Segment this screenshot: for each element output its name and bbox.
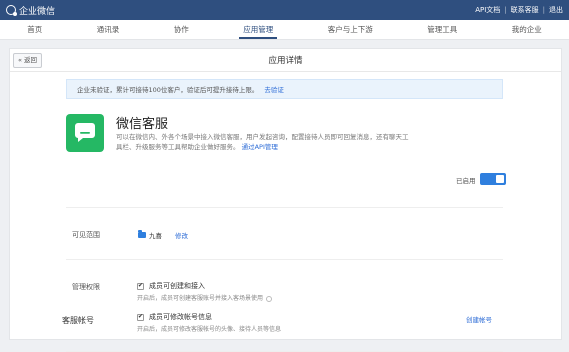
permission-edit-row[interactable]: ✔ 成员可修改帐号信息 (137, 312, 212, 322)
permission-create-checkbox[interactable]: ✔ (137, 282, 144, 290)
card-header: « 返回 应用详情 (10, 49, 561, 72)
back-button[interactable]: « 返回 (13, 53, 43, 68)
contact-support-link[interactable]: 联系客服 (511, 5, 539, 15)
admin-permission-label: 管理权限 (72, 283, 100, 291)
app-description: 可以在微信内、外各个场景中接入微信客服，用户发起咨询，配置接待人员即可回复消息，… (116, 132, 456, 152)
nav-home[interactable]: 首页 (23, 20, 46, 39)
permission-edit-desc: 开启后，成员可修改客服帐号的头像、接待人员等信息 (137, 326, 282, 333)
permission-create-title: 成员可创建和接入 (149, 282, 205, 290)
brand-name: 企业微信 (19, 6, 56, 17)
separator: | (504, 6, 507, 14)
top-links: API文档 | 联系客服 | 退出 (475, 5, 563, 15)
nav-my-company[interactable]: 我的企业 (508, 20, 546, 39)
api-management-link[interactable]: 通过API管理 (242, 143, 278, 151)
toggle-knob (496, 175, 504, 183)
nav-contacts[interactable]: 通讯录 (93, 20, 124, 39)
app-description-line: 可以在微信内、外各个场景中接入微信客服，用户发起咨询，配置接待人员即可回复消息，… (116, 133, 409, 141)
permission-create-desc: 开启后，成员可创建客服账号并接入客场景使用 (137, 293, 273, 302)
verify-link[interactable]: 去验证 (264, 86, 284, 94)
nav-customers[interactable]: 客户与上下游 (324, 20, 377, 39)
top-bar: 企业微信 API文档 | 联系客服 | 退出 (0, 0, 569, 20)
app-name: 微信客服 (116, 117, 169, 132)
scope-edit-link[interactable]: 修改 (175, 230, 188, 240)
divider (66, 207, 503, 208)
chat-bubble-icon (75, 123, 95, 142)
enabled-status-label: 已启用 (456, 177, 476, 185)
page-title: 应用详情 (268, 56, 303, 66)
main-nav: 首页 通讯录 协作 应用管理 客户与上下游 管理工具 我的企业 (0, 20, 569, 40)
logout-link[interactable]: 退出 (549, 5, 563, 15)
visible-scope-label: 可见范围 (72, 231, 100, 239)
wechat-service-app-icon (66, 114, 104, 152)
app-detail-card: « 返回 应用详情 企业未验证，累计可接待100位客户，验证后可提升接待上限。去… (9, 48, 562, 352)
permission-edit-title: 成员可修改帐号信息 (149, 313, 212, 321)
divider (66, 259, 503, 260)
app-description-line: 具栏、升级服务等工具帮助企业做好服务。 通过API管理 (116, 143, 278, 151)
create-account-link[interactable]: 创建帐号 (466, 314, 492, 324)
permission-create-row[interactable]: ✔ 成员可创建和接入 (137, 281, 205, 291)
nav-admin-tools[interactable]: 管理工具 (423, 20, 461, 39)
brand[interactable]: 企业微信 (6, 4, 55, 17)
folder-icon (138, 230, 146, 238)
visible-scope-value: 九喜 (138, 230, 162, 240)
verification-notice: 企业未验证，累计可接待100位客户，验证后可提升接待上限。 去验证 (66, 79, 503, 99)
permission-edit-checkbox[interactable]: ✔ (137, 313, 144, 321)
scope-department: 九喜 (149, 232, 162, 240)
nav-app-management[interactable]: 应用管理 (239, 20, 278, 39)
enable-toggle[interactable] (480, 173, 506, 185)
service-accounts-title: 客服帐号 (62, 316, 94, 325)
notice-text: 企业未验证，累计可接待100位客户，验证后可提升接待上限。 (77, 86, 259, 94)
separator: | (542, 6, 545, 14)
nav-collaboration[interactable]: 协作 (170, 20, 193, 39)
wecom-logo-icon (6, 5, 17, 16)
api-docs-link[interactable]: API文档 (475, 5, 500, 15)
help-icon[interactable] (266, 295, 273, 302)
